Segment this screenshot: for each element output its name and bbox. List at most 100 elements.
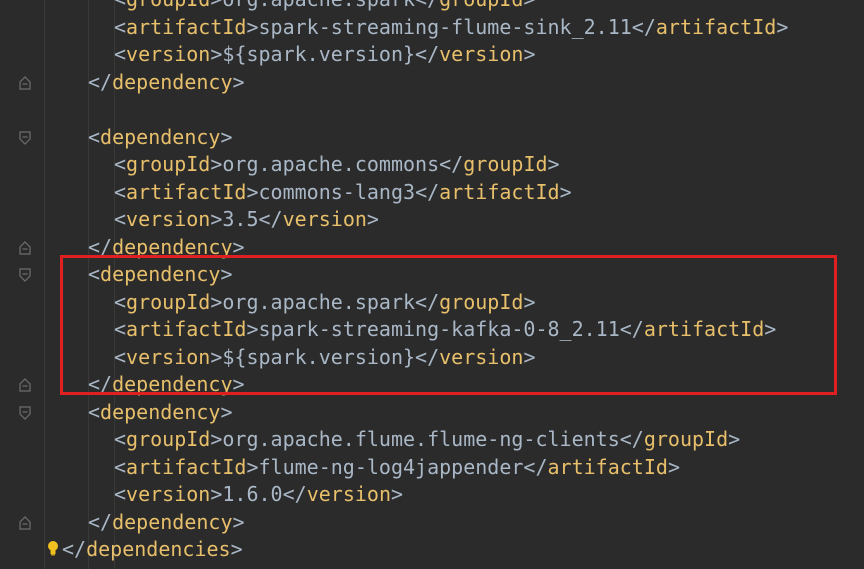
angle-bracket: < — [114, 152, 127, 176]
angle-bracket: < — [114, 42, 127, 66]
fold-marker-icon[interactable] — [19, 130, 31, 145]
angle-bracket: </ — [282, 482, 307, 506]
code-line[interactable]: <groupId>org.apache.spark</groupId> — [62, 289, 864, 317]
angle-bracket: > — [210, 344, 223, 369]
xml-text-value: 1.6.0 — [222, 482, 283, 506]
fold-marker-icon[interactable] — [19, 405, 31, 420]
line-content: <version>1.6.0</version> — [62, 481, 403, 509]
angle-bracket: </ — [415, 0, 439, 11]
xml-tag-name: dependency — [112, 372, 233, 396]
code-line[interactable]: <groupId>org.apache.flume.flume-ng-clien… — [62, 426, 864, 454]
angle-bracket: > — [210, 0, 222, 11]
code-line[interactable]: </dependencies> — [62, 536, 864, 564]
xml-tag-name: version — [126, 344, 211, 369]
angle-bracket: < — [114, 344, 127, 369]
angle-bracket: </ — [415, 179, 440, 204]
code-line[interactable]: <groupId>org.apache.spark</groupId> — [62, 0, 864, 14]
angle-bracket: < — [114, 0, 126, 11]
line-content: <artifactId>spark-streaming-flume-sink_2… — [62, 14, 788, 42]
xml-tag-name: version — [126, 482, 211, 506]
xml-text-value: org.apache.spark — [222, 289, 416, 314]
angle-bracket: > — [366, 207, 379, 231]
line-content: <version>${spark.version}</version> — [62, 41, 535, 69]
xml-text-value: ${spark.version} — [222, 344, 416, 369]
line-content: </dependencies> — [62, 536, 243, 564]
angle-bracket: > — [220, 262, 233, 286]
angle-bracket: < — [114, 482, 127, 506]
xml-text-value: org.apache.flume.flume-ng-clients — [222, 427, 620, 451]
xml-text-value: org.apache.spark — [222, 0, 415, 11]
fold-marker-icon[interactable] — [19, 240, 31, 255]
code-line[interactable]: <version>1.6.0</version> — [62, 481, 864, 509]
angle-bracket: </ — [258, 207, 283, 231]
xml-text-value: spark-streaming-flume-sink_2.11 — [258, 14, 632, 39]
angle-bracket: > — [232, 509, 245, 534]
angle-bracket: > — [210, 427, 223, 451]
code-editor[interactable]: <groupId>org.apache.spark</groupId><arti… — [0, 0, 864, 569]
angle-bracket: < — [114, 14, 127, 39]
xml-tag-name: artifactId — [126, 317, 247, 341]
angle-bracket: > — [210, 152, 223, 176]
angle-bracket: </ — [88, 509, 113, 534]
line-content: </dependency> — [62, 371, 245, 399]
angle-bracket: > — [230, 537, 243, 561]
angle-bracket: < — [114, 454, 127, 479]
xml-tag-name: dependencies — [86, 537, 231, 561]
line-content: <artifactId>spark-streaming-kafka-0-8_2.… — [62, 316, 776, 344]
code-line[interactable]: <version>3.5</version> — [62, 206, 864, 234]
code-line[interactable]: <artifactId>commons-lang3</artifactId> — [62, 179, 864, 207]
angle-bracket: < — [88, 399, 101, 424]
fold-marker-icon[interactable] — [19, 515, 31, 530]
angle-bracket: > — [220, 399, 233, 424]
angle-bracket: </ — [619, 427, 644, 451]
angle-bracket: > — [210, 207, 223, 231]
angle-bracket: </ — [619, 317, 644, 341]
line-content: <dependency> — [62, 124, 233, 152]
angle-bracket: > — [728, 427, 741, 451]
fold-marker-icon[interactable] — [19, 378, 31, 392]
code-line[interactable]: <dependency> — [62, 124, 864, 152]
code-line[interactable]: </dependency> — [62, 234, 864, 262]
angle-bracket: < — [114, 317, 127, 341]
angle-bracket: > — [667, 454, 680, 479]
angle-bracket: > — [547, 152, 560, 176]
xml-tag-name: artifactId — [547, 454, 668, 479]
angle-bracket: > — [232, 372, 245, 396]
code-line[interactable]: </dependency> — [62, 509, 864, 537]
code-line[interactable]: <artifactId>spark-streaming-kafka-0-8_2.… — [62, 316, 864, 344]
code-line[interactable] — [62, 96, 864, 124]
xml-text-value: commons-lang3 — [258, 179, 416, 204]
angle-bracket: > — [523, 42, 536, 66]
code-line[interactable]: </dependency> — [62, 371, 864, 399]
angle-bracket: </ — [439, 152, 464, 176]
angle-bracket: > — [246, 179, 259, 204]
code-line[interactable]: <version>${spark.version}</version> — [62, 41, 864, 69]
code-line[interactable]: </dependency> — [62, 69, 864, 97]
angle-bracket: > — [776, 14, 789, 39]
code-line[interactable]: <dependency> — [62, 261, 864, 289]
angle-bracket: </ — [523, 454, 548, 479]
xml-tag-name: dependency — [112, 509, 233, 534]
line-content: <version>${spark.version}</version> — [62, 344, 535, 372]
xml-tag-name: artifactId — [643, 317, 765, 341]
code-line[interactable]: <groupId>org.apache.commons</groupId> — [62, 151, 864, 179]
angle-bracket: > — [210, 482, 223, 506]
angle-bracket: </ — [88, 69, 113, 94]
xml-tag-name: version — [126, 42, 211, 66]
xml-tag-name: dependency — [112, 69, 233, 94]
xml-tag-name: version — [439, 344, 524, 369]
fold-marker-icon[interactable] — [19, 75, 31, 90]
angle-bracket: > — [246, 317, 259, 341]
xml-tag-name: groupId — [126, 427, 211, 451]
code-line[interactable]: <artifactId>flume-ng-log4jappender</arti… — [62, 454, 864, 482]
code-line[interactable]: <dependency> — [62, 399, 864, 427]
xml-tag-name: dependency — [100, 124, 221, 149]
code-line[interactable]: <artifactId>spark-streaming-flume-sink_2… — [62, 14, 864, 42]
angle-bracket: > — [210, 289, 223, 314]
code-content[interactable]: <groupId>org.apache.spark</groupId><arti… — [62, 0, 864, 564]
fold-marker-icon[interactable] — [19, 268, 31, 282]
xml-text-value: org.apache.commons — [222, 152, 440, 176]
line-content: <groupId>org.apache.spark</groupId> — [62, 289, 535, 317]
code-line[interactable]: <version>${spark.version}</version> — [62, 344, 864, 372]
lightbulb-icon[interactable] — [46, 537, 60, 556]
